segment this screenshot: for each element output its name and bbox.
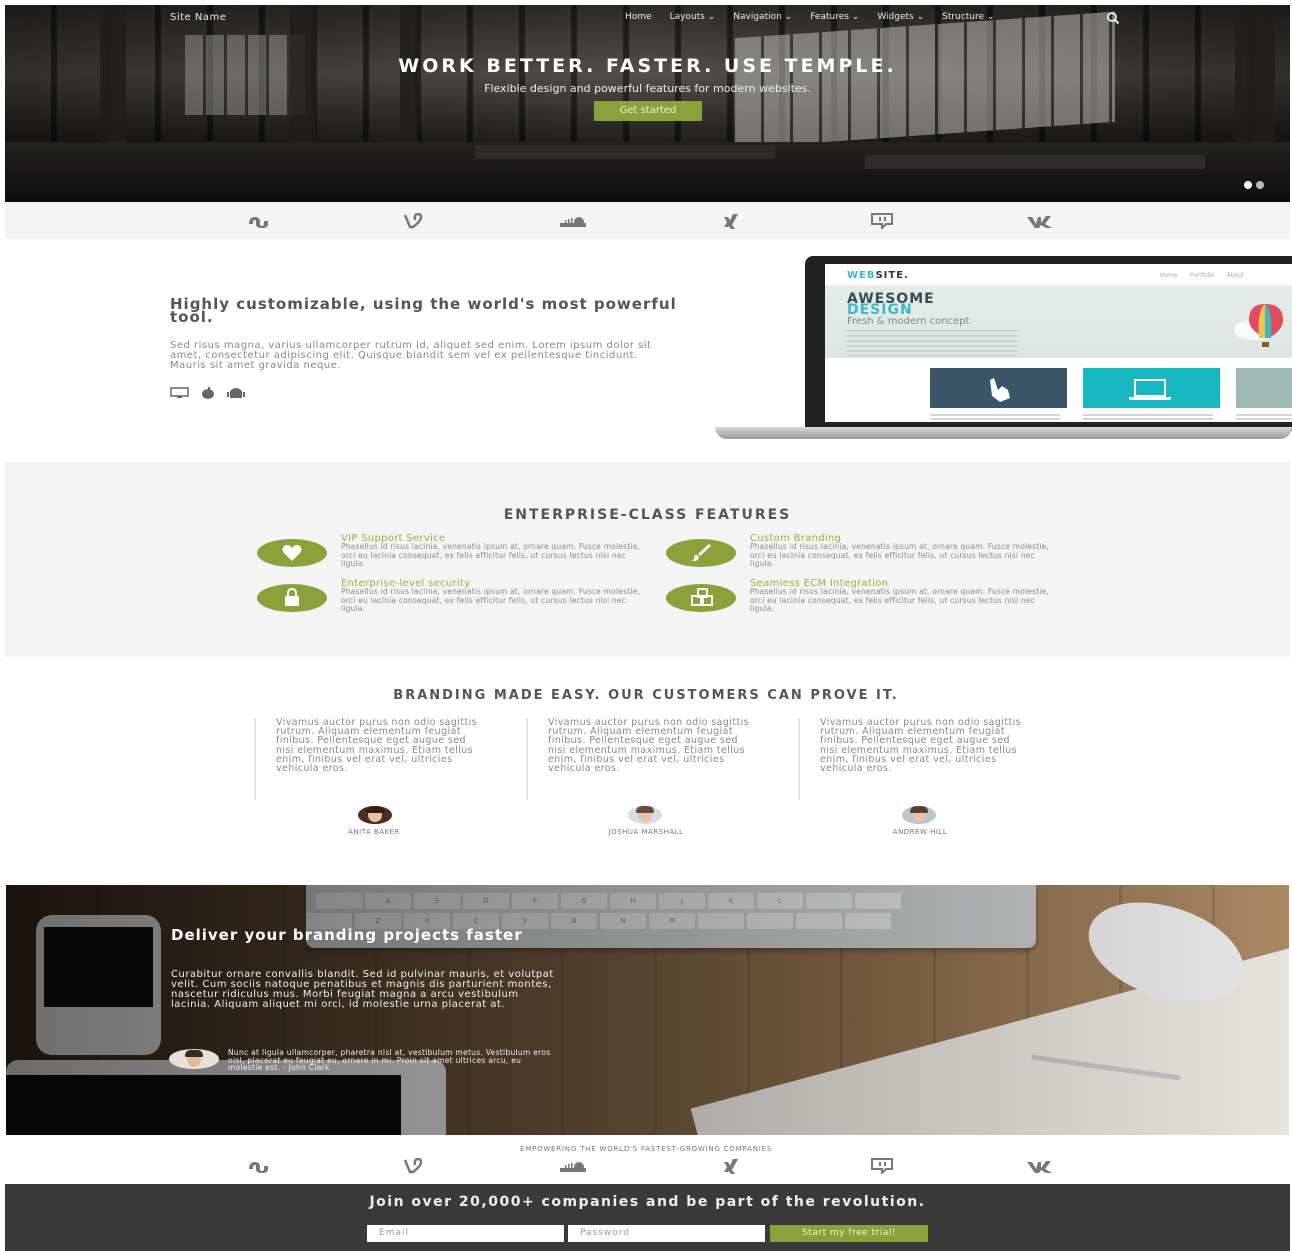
feature-text: Phasellus id risus lacinia, venenatis ip… — [341, 587, 641, 613]
vk-icon — [1027, 1161, 1052, 1173]
password-field[interactable]: Password — [568, 1225, 765, 1242]
feature-text: Phasellus id risus lacinia, venenatis ip… — [341, 542, 641, 568]
balloon-icon — [1235, 304, 1283, 347]
intro-title: Highly customizable, using the world's m… — [170, 295, 677, 326]
page: Site Name Home Layouts ⌄ Navigation ⌄ Fe… — [0, 0, 1292, 1251]
mockup-subheadline: Fresh & modern concept — [847, 316, 970, 327]
mockup-tile-laptop — [1083, 368, 1220, 408]
search-icon[interactable] — [1106, 11, 1120, 25]
testimonial-text: Vivamus auctor purus non odio sagittis r… — [820, 717, 1021, 775]
laptop-icon — [1129, 379, 1171, 400]
start-trial-button[interactable]: Start my free trial! — [770, 1225, 928, 1242]
vine-icon — [403, 1158, 423, 1174]
avatar — [628, 806, 662, 824]
avatar — [358, 806, 392, 824]
testimonial-1: Vivamus auctor purus non odio sagittis r… — [254, 718, 484, 800]
empower-caption: EMPOWERING THE WORLD'S FASTEST-GROWING C… — [519, 1145, 773, 1153]
testimonial-2: Vivamus auctor purus non odio sagittis r… — [526, 718, 756, 800]
partner-logos — [5, 202, 1290, 239]
desktop-icon — [170, 387, 189, 398]
lock-icon — [285, 588, 299, 606]
testimonial-author: JOSHUA MARSHALL — [608, 828, 684, 836]
mockup-logo: WEBSITE. — [847, 270, 909, 281]
xing-icon — [724, 1159, 738, 1174]
testimonial-text: Vivamus auctor purus non odio sagittis r… — [276, 717, 477, 775]
mockup-nav: Home Portfolio About — [1160, 272, 1245, 279]
nav-layouts[interactable]: Layouts ⌄ — [670, 12, 716, 22]
stumbleupon-icon — [249, 1162, 268, 1173]
avatar — [902, 806, 936, 824]
soundcloud-icon — [560, 217, 586, 227]
vk-icon — [1027, 216, 1052, 228]
slider-dot-2[interactable] — [1256, 181, 1264, 189]
nav-features[interactable]: Features ⌄ — [810, 12, 859, 22]
branding-title: Deliver your branding projects faster — [171, 926, 523, 944]
avatar — [169, 1049, 219, 1069]
nav-navigation[interactable]: Navigation ⌄ — [733, 12, 792, 22]
mockup-tile-hand — [930, 368, 1067, 408]
site-name[interactable]: Site Name — [170, 12, 226, 23]
nav-widgets[interactable]: Widgets ⌄ — [877, 12, 924, 22]
nav-structure[interactable]: Structure ⌄ — [942, 12, 994, 22]
testimonial-3: Vivamus auctor purus non odio sagittis r… — [798, 718, 1028, 800]
testimonial-author: ANDREW HILL — [892, 828, 948, 836]
xing-icon — [724, 214, 738, 229]
twitch-icon — [871, 1158, 893, 1174]
feature-text: Phasellus id risus lacinia, venenatis ip… — [750, 587, 1050, 613]
slider-dots — [1244, 181, 1264, 189]
get-started-button[interactable]: Get started — [594, 101, 702, 121]
hero-subtitle: Flexible design and powerful features fo… — [484, 82, 811, 95]
partner-logos-2 — [5, 1158, 1290, 1183]
branding-section: ASDFGHJKL ZXCVBNM Deliver your branding … — [6, 885, 1289, 1135]
testimonial-text: Vivamus auctor purus non odio sagittis r… — [548, 717, 749, 775]
mockup-tile-gear — [1236, 368, 1292, 408]
soundcloud-icon — [560, 1162, 586, 1172]
twitch-icon — [871, 213, 893, 229]
cubes-icon — [691, 588, 713, 606]
branding-text: Curabitur ornare convallis blandit. Sed … — [171, 969, 554, 1010]
heart-icon — [282, 544, 302, 561]
hand-icon — [990, 378, 1010, 402]
platform-icons — [170, 387, 246, 399]
top-nav: Site Name Home Layouts ⌄ Navigation ⌄ Fe… — [5, 5, 1290, 29]
vine-icon — [403, 213, 423, 229]
laptop-mockup: WEBSITE. Home Portfolio About AWESOME DESIG… — [715, 256, 1292, 441]
brush-icon — [692, 544, 711, 562]
nav-home[interactable]: Home — [625, 12, 652, 22]
testimonials-title: BRANDING MADE EASY. OUR CUSTOMERS CAN PR… — [393, 688, 899, 703]
nav-links: Home Layouts ⌄ Navigation ⌄ Features ⌄ W… — [625, 12, 994, 22]
email-field[interactable]: Email — [367, 1225, 564, 1242]
android-icon — [227, 388, 245, 398]
intro-text: Sed risus magna, varius ullamcorper rutr… — [170, 340, 652, 371]
feature-text: Phasellus id risus lacinia, venenatis ip… — [750, 542, 1050, 568]
enterprise-title: ENTERPRISE-CLASS FEATURES — [503, 507, 792, 523]
laptop-screen: WEBSITE. Home Portfolio About AWESOME DESIG… — [825, 264, 1292, 422]
slider-dot-1[interactable] — [1244, 181, 1252, 189]
signup-section: Join over 20,000+ companies and be part … — [5, 1184, 1290, 1251]
quote-text: Nunc at ligula ullamcorper, pharetra nis… — [228, 1048, 551, 1072]
testimonial-author: ANITA BAKER — [348, 828, 400, 836]
mockup-headline: AWESOME DESIGN — [847, 291, 935, 318]
hero-title: WORK BETTER. FASTER. USE TEMPLE. — [398, 55, 897, 77]
hero-section: Site Name Home Layouts ⌄ Navigation ⌄ Fe… — [5, 5, 1290, 202]
signup-title: Join over 20,000+ companies and be part … — [369, 1194, 926, 1210]
enterprise-section: ENTERPRISE-CLASS FEATURES VIP Support Se… — [5, 462, 1290, 657]
stumbleupon-icon — [249, 217, 268, 228]
apple-icon — [202, 387, 214, 399]
